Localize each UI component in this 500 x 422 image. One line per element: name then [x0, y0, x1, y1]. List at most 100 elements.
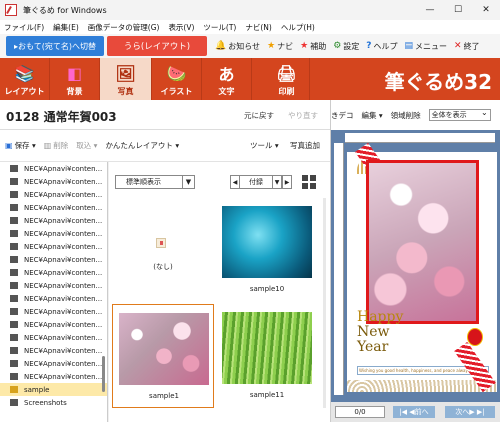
- undo-button[interactable]: 元に戻す: [244, 110, 274, 121]
- grid-view-icon[interactable]: [302, 175, 316, 189]
- window-title: 筆ぐるめ for Windows: [23, 5, 107, 15]
- folder-item[interactable]: NEC¥Apnavi¥conten...: [0, 318, 107, 331]
- delete-region-button[interactable]: 領域削除: [391, 110, 421, 121]
- photo-icon: 🖼: [115, 63, 136, 83]
- tools-menu[interactable]: ツール ▾: [250, 140, 279, 151]
- ribbon-photo-label: 写真: [117, 87, 134, 96]
- edit-menu[interactable]: 編集 ▾: [362, 110, 383, 121]
- redo-button[interactable]: やり直す: [288, 110, 318, 121]
- page-select[interactable]: 付録: [240, 175, 272, 189]
- folder-icon: [10, 334, 18, 341]
- thumbnail-none[interactable]: (なし): [112, 198, 214, 302]
- ribbon-text-button[interactable]: あ 文字: [202, 58, 252, 100]
- folder-item[interactable]: NEC¥Apnavi¥conten...: [0, 305, 107, 318]
- menu-file[interactable]: ファイル(F): [4, 22, 44, 33]
- ribbon-layout-label: レイアウト: [4, 87, 45, 96]
- folder-icon: [10, 165, 18, 172]
- folder-item[interactable]: NEC¥Apnavi¥conten...: [0, 227, 107, 240]
- folder-item[interactable]: NEC¥Apnavi¥conten...: [0, 344, 107, 357]
- news-button[interactable]: 🔔 お知らせ: [215, 41, 260, 52]
- preview-pager: 0/0 |◀ ◀前へ 次へ▶ ▶|: [330, 402, 500, 422]
- ribbon-print-button[interactable]: 🖨 印刷: [264, 58, 310, 100]
- help-button[interactable]: ? ヘルプ: [366, 41, 397, 52]
- folder-item[interactable]: NEC¥Apnavi¥conten...: [0, 240, 107, 253]
- page-dropdown-button[interactable]: ▼: [272, 175, 282, 189]
- thumbnail-sample11[interactable]: sample11: [216, 304, 318, 408]
- card-preview-pane: Happy New Year Wishing you good health, …: [330, 130, 500, 402]
- layout-icon: 📚: [14, 63, 35, 83]
- folder-label: sample: [24, 385, 50, 394]
- grass-photo: [222, 312, 312, 384]
- folder-item[interactable]: NEC¥Apnavi¥conten...: [0, 370, 107, 383]
- navi-button[interactable]: ★ ナビ: [267, 41, 293, 52]
- print-icon: 🖨: [276, 63, 297, 83]
- gallery-scrollbar[interactable]: [323, 198, 326, 408]
- sort-select[interactable]: 標準順表示 ▼: [115, 175, 195, 189]
- text-line: Year: [357, 339, 389, 355]
- folder-item[interactable]: NEC¥Apnavi¥conten...: [0, 331, 107, 344]
- folder-item[interactable]: NEC¥Apnavi¥conten...: [0, 253, 107, 266]
- postcard[interactable]: Happy New Year Wishing you good health, …: [347, 142, 497, 393]
- folder-item-screenshots[interactable]: Screenshots: [0, 396, 107, 409]
- folder-item[interactable]: NEC¥Apnavi¥conten...: [0, 162, 107, 175]
- ribbon-print-label: 印刷: [278, 87, 295, 96]
- wave-pattern: [347, 380, 497, 392]
- folder-item[interactable]: NEC¥Apnavi¥conten...: [0, 188, 107, 201]
- folder-list: NEC¥Apnavi¥conten... NEC¥Apnavi¥conten..…: [0, 162, 108, 422]
- next-page-button[interactable]: ▶: [282, 175, 292, 189]
- folder-item[interactable]: NEC¥Apnavi¥conten...: [0, 214, 107, 227]
- folder-item[interactable]: NEC¥Apnavi¥conten...: [0, 175, 107, 188]
- menu-button[interactable]: ▤ メニュー: [405, 41, 448, 52]
- close-window-button[interactable]: ✕: [472, 0, 500, 20]
- easy-layout-button[interactable]: かんたんレイアウト ▾: [105, 140, 179, 151]
- folder-scrollbar[interactable]: [102, 356, 105, 392]
- add-photo-button[interactable]: 写真追加: [290, 140, 320, 151]
- back-side-tab[interactable]: うら(レイアウト): [107, 36, 207, 56]
- menu-view[interactable]: 表示(V): [168, 22, 194, 33]
- card-photo-frame[interactable]: [366, 160, 479, 324]
- view-mode-select[interactable]: 全体を表示: [428, 108, 491, 121]
- folder-item[interactable]: NEC¥Apnavi¥conten...: [0, 357, 107, 370]
- deco-label[interactable]: きデコ: [331, 110, 354, 121]
- folder-icon: [10, 295, 18, 302]
- menu-help[interactable]: ヘルプ(H): [281, 22, 315, 33]
- assist-button[interactable]: ★ 補助: [300, 41, 326, 52]
- ribbon-layout-button[interactable]: 📚 レイアウト: [0, 58, 50, 100]
- edit-label: 編集: [361, 110, 377, 120]
- exit-button[interactable]: ✕ 終了: [454, 41, 480, 52]
- folder-label: NEC¥Apnavi¥conten...: [24, 307, 103, 316]
- thumbnail-sample10[interactable]: sample10: [216, 198, 318, 302]
- menu-edit[interactable]: 編集(E): [53, 22, 79, 33]
- ribbon-background-button[interactable]: ◧ 背景: [50, 58, 100, 100]
- maximize-button[interactable]: ☐: [444, 0, 472, 20]
- next-card-button[interactable]: 次へ▶ ▶|: [445, 406, 495, 418]
- prev-card-button[interactable]: |◀ ◀前へ: [393, 406, 435, 418]
- save-button[interactable]: ▣ 保存 ▾: [5, 140, 36, 151]
- import-button[interactable]: 取込 ▾: [76, 140, 97, 151]
- folder-item-sample[interactable]: sample: [0, 383, 107, 396]
- folder-icon: [10, 230, 18, 237]
- menu-image-data[interactable]: 画像データの管理(G): [88, 22, 160, 33]
- prev-page-button[interactable]: ◀: [230, 175, 240, 189]
- delete-button[interactable]: ▥ 削除: [44, 140, 69, 151]
- folder-item[interactable]: NEC¥Apnavi¥conten...: [0, 266, 107, 279]
- settings-button[interactable]: ⚙ 設定: [333, 41, 359, 52]
- thumbnail-caption: (なし): [153, 263, 173, 271]
- title-bar: 筆ぐるめ for Windows — ☐ ✕: [0, 0, 500, 20]
- folder-item[interactable]: NEC¥Apnavi¥conten...: [0, 292, 107, 305]
- thumbnail-sample1[interactable]: sample1: [112, 304, 214, 408]
- illustration-icon: 🍉: [166, 63, 187, 83]
- folder-item[interactable]: NEC¥Apnavi¥conten...: [0, 279, 107, 292]
- folder-item[interactable]: NEC¥Apnavi¥conten...: [0, 201, 107, 214]
- ribbon-illustration-label: イラスト: [160, 87, 193, 96]
- folder-label: NEC¥Apnavi¥conten...: [24, 255, 103, 264]
- front-side-switch-button[interactable]: ▸おもて(宛て名)へ切替: [6, 36, 104, 56]
- happy-new-year-text[interactable]: Happy New Year: [357, 310, 403, 355]
- menu-navi[interactable]: ナビ(N): [245, 22, 271, 33]
- ribbon-photo-button[interactable]: 🖼 写真: [100, 58, 152, 100]
- tools-label: ツール: [250, 141, 273, 150]
- ribbon-illustration-button[interactable]: 🍉 イラスト: [152, 58, 202, 100]
- preview-toolbar: きデコ 編集 ▾ 領域削除 全体を表示: [330, 100, 500, 130]
- menu-tools[interactable]: ツール(T): [203, 22, 236, 33]
- minimize-button[interactable]: —: [416, 0, 444, 20]
